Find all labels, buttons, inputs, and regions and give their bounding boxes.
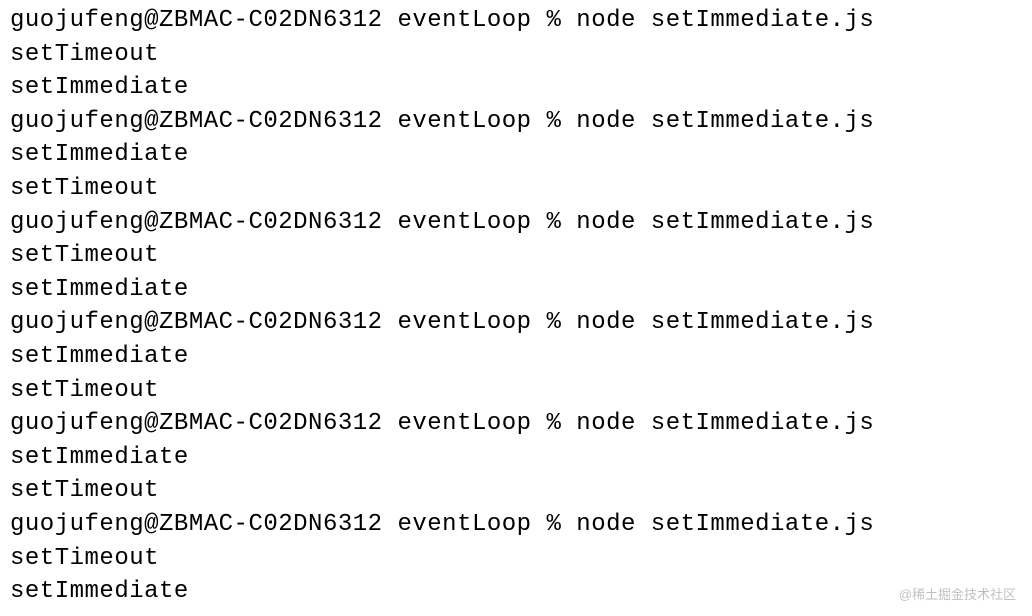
terminal-line: setImmediate [10, 273, 1022, 307]
terminal-line: guojufeng@ZBMAC-C02DN6312 eventLoop % no… [10, 105, 1022, 139]
terminal-line: setTimeout [10, 374, 1022, 408]
terminal-line: guojufeng@ZBMAC-C02DN6312 eventLoop % no… [10, 4, 1022, 38]
terminal-line: setTimeout [10, 172, 1022, 206]
terminal-line: setTimeout [10, 542, 1022, 576]
terminal-output[interactable]: guojufeng@ZBMAC-C02DN6312 eventLoop % no… [10, 4, 1022, 609]
terminal-line: guojufeng@ZBMAC-C02DN6312 eventLoop % no… [10, 508, 1022, 542]
terminal-line: setImmediate [10, 575, 1022, 609]
terminal-line: setImmediate [10, 138, 1022, 172]
terminal-line: guojufeng@ZBMAC-C02DN6312 eventLoop % no… [10, 306, 1022, 340]
terminal-line: guojufeng@ZBMAC-C02DN6312 eventLoop % no… [10, 206, 1022, 240]
watermark-text: @稀土掘金技术社区 [899, 586, 1016, 604]
terminal-line: guojufeng@ZBMAC-C02DN6312 eventLoop % no… [10, 407, 1022, 441]
terminal-line: setTimeout [10, 239, 1022, 273]
terminal-line: setTimeout [10, 474, 1022, 508]
terminal-line: setImmediate [10, 441, 1022, 475]
terminal-line: setImmediate [10, 340, 1022, 374]
terminal-line: setImmediate [10, 71, 1022, 105]
terminal-line: setTimeout [10, 38, 1022, 72]
